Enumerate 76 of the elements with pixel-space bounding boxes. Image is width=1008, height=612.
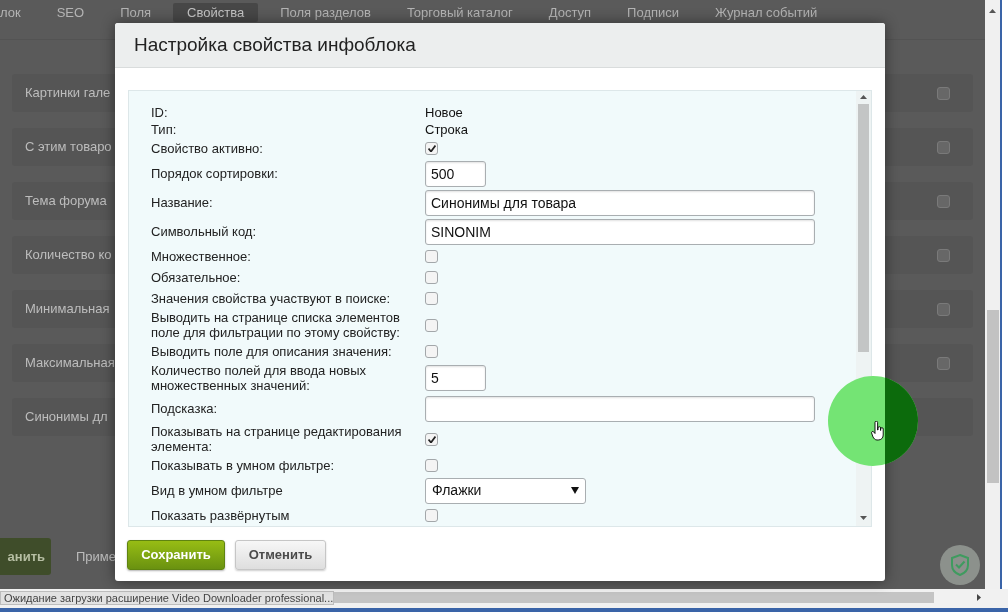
scrollbar-thumb[interactable] bbox=[858, 104, 869, 352]
text-input[interactable]: SINONIM bbox=[425, 218, 815, 245]
field-value: Новое bbox=[425, 105, 463, 120]
save-button[interactable]: анить bbox=[0, 538, 51, 575]
field-label: Количество полей для ввода новых множественных значений: bbox=[151, 362, 368, 394]
field-label: Символьный код: bbox=[151, 223, 258, 240]
checkbox[interactable] bbox=[425, 318, 438, 332]
checkbox[interactable] bbox=[937, 86, 950, 100]
dialog-title: Настройка свойства инфоблока bbox=[134, 32, 416, 57]
page-scrollbar[interactable] bbox=[985, 0, 1000, 589]
select-dropdown[interactable]: Флажки bbox=[425, 477, 586, 504]
field-label: Вид в умном фильтре bbox=[151, 482, 284, 499]
checkbox[interactable] bbox=[425, 459, 438, 472]
property-label: Тема форума bbox=[25, 192, 107, 211]
checkbox[interactable] bbox=[425, 509, 438, 522]
checkmark-icon bbox=[427, 435, 436, 443]
status-text: Ожидание загрузки расширение Video Downloader professional... bbox=[0, 590, 334, 605]
field-label: Показывать в умном фильтре: bbox=[151, 457, 336, 474]
caret-icon bbox=[571, 487, 579, 494]
tab[interactable]: Свойства bbox=[173, 3, 259, 22]
field-label: Порядок сортировки: bbox=[151, 165, 279, 182]
text-input[interactable]: 5 bbox=[425, 365, 486, 391]
scroll-down-icon[interactable] bbox=[860, 516, 867, 520]
property-label: С этим товаро bbox=[25, 138, 112, 157]
field-label: Свойство активно: bbox=[151, 140, 264, 157]
field-label: ID: bbox=[151, 104, 169, 121]
field-label: Выводить поле для описания значения: bbox=[151, 343, 393, 360]
checkbox[interactable] bbox=[425, 142, 438, 155]
checkbox[interactable] bbox=[425, 292, 438, 305]
tab[interactable]: Журнал событий bbox=[701, 3, 832, 22]
tab[interactable]: Поля разделов bbox=[266, 3, 385, 22]
text-input[interactable]: 500 bbox=[425, 160, 486, 187]
property-label: Минимальная bbox=[25, 300, 110, 319]
checkbox[interactable] bbox=[425, 432, 438, 446]
checkbox[interactable] bbox=[937, 248, 950, 262]
checkbox[interactable] bbox=[937, 140, 950, 154]
field-label: Значения свойства участвуют в поиске: bbox=[151, 290, 392, 307]
apply-button[interactable]: Приме bbox=[76, 538, 116, 575]
field-value: Строка bbox=[425, 122, 468, 137]
tab[interactable]: SEO bbox=[42, 3, 99, 22]
checkbox[interactable] bbox=[425, 250, 438, 263]
field-label: Тип: bbox=[151, 121, 178, 138]
tab[interactable]: Торговый каталог bbox=[392, 3, 527, 22]
field-label: Название: bbox=[151, 194, 214, 211]
tab[interactable]: Доступ bbox=[534, 3, 606, 22]
tab[interactable]: Поля bbox=[106, 3, 166, 22]
checkbox[interactable] bbox=[937, 356, 950, 370]
property-label: Максимальная bbox=[25, 354, 115, 373]
scroll-up-icon[interactable] bbox=[989, 9, 996, 13]
field-label: Обязательное: bbox=[151, 269, 242, 286]
click-highlight-icon bbox=[828, 376, 918, 466]
field-label: Подсказка: bbox=[151, 400, 219, 417]
text-input[interactable] bbox=[425, 395, 815, 422]
checkbox[interactable] bbox=[425, 271, 438, 284]
field-label: Выводить на странице списка элементов поле для фильтрации по этому свойству: bbox=[151, 309, 401, 341]
tab[interactable]: лок bbox=[0, 3, 35, 22]
field-label: Показать развёрнутым bbox=[151, 507, 291, 524]
save-button[interactable]: Сохранить bbox=[127, 540, 225, 570]
scroll-right-icon[interactable] bbox=[977, 594, 981, 601]
checkbox[interactable] bbox=[937, 194, 950, 208]
checkbox[interactable] bbox=[425, 345, 438, 358]
shield-icon[interactable] bbox=[940, 545, 980, 585]
property-label: Количество ко bbox=[25, 246, 112, 265]
checkbox[interactable] bbox=[937, 302, 950, 316]
cancel-button[interactable]: Отменить bbox=[235, 540, 326, 570]
hand-cursor-icon bbox=[871, 421, 885, 441]
checkmark-icon bbox=[427, 145, 436, 152]
text-input[interactable]: Синонимы для товара bbox=[425, 189, 815, 216]
property-label: Синонимы дл bbox=[25, 408, 108, 427]
scroll-up-icon[interactable] bbox=[860, 95, 867, 99]
field-label: Множественное: bbox=[151, 248, 252, 265]
property-label: Картинки гале bbox=[25, 84, 111, 103]
tab[interactable]: Подписи bbox=[613, 3, 694, 22]
horizontal-scrollbar-thumb[interactable] bbox=[334, 592, 934, 603]
field-label: Показывать на странице редактирования элемента: bbox=[151, 423, 403, 455]
scrollbar-thumb[interactable] bbox=[986, 310, 999, 483]
